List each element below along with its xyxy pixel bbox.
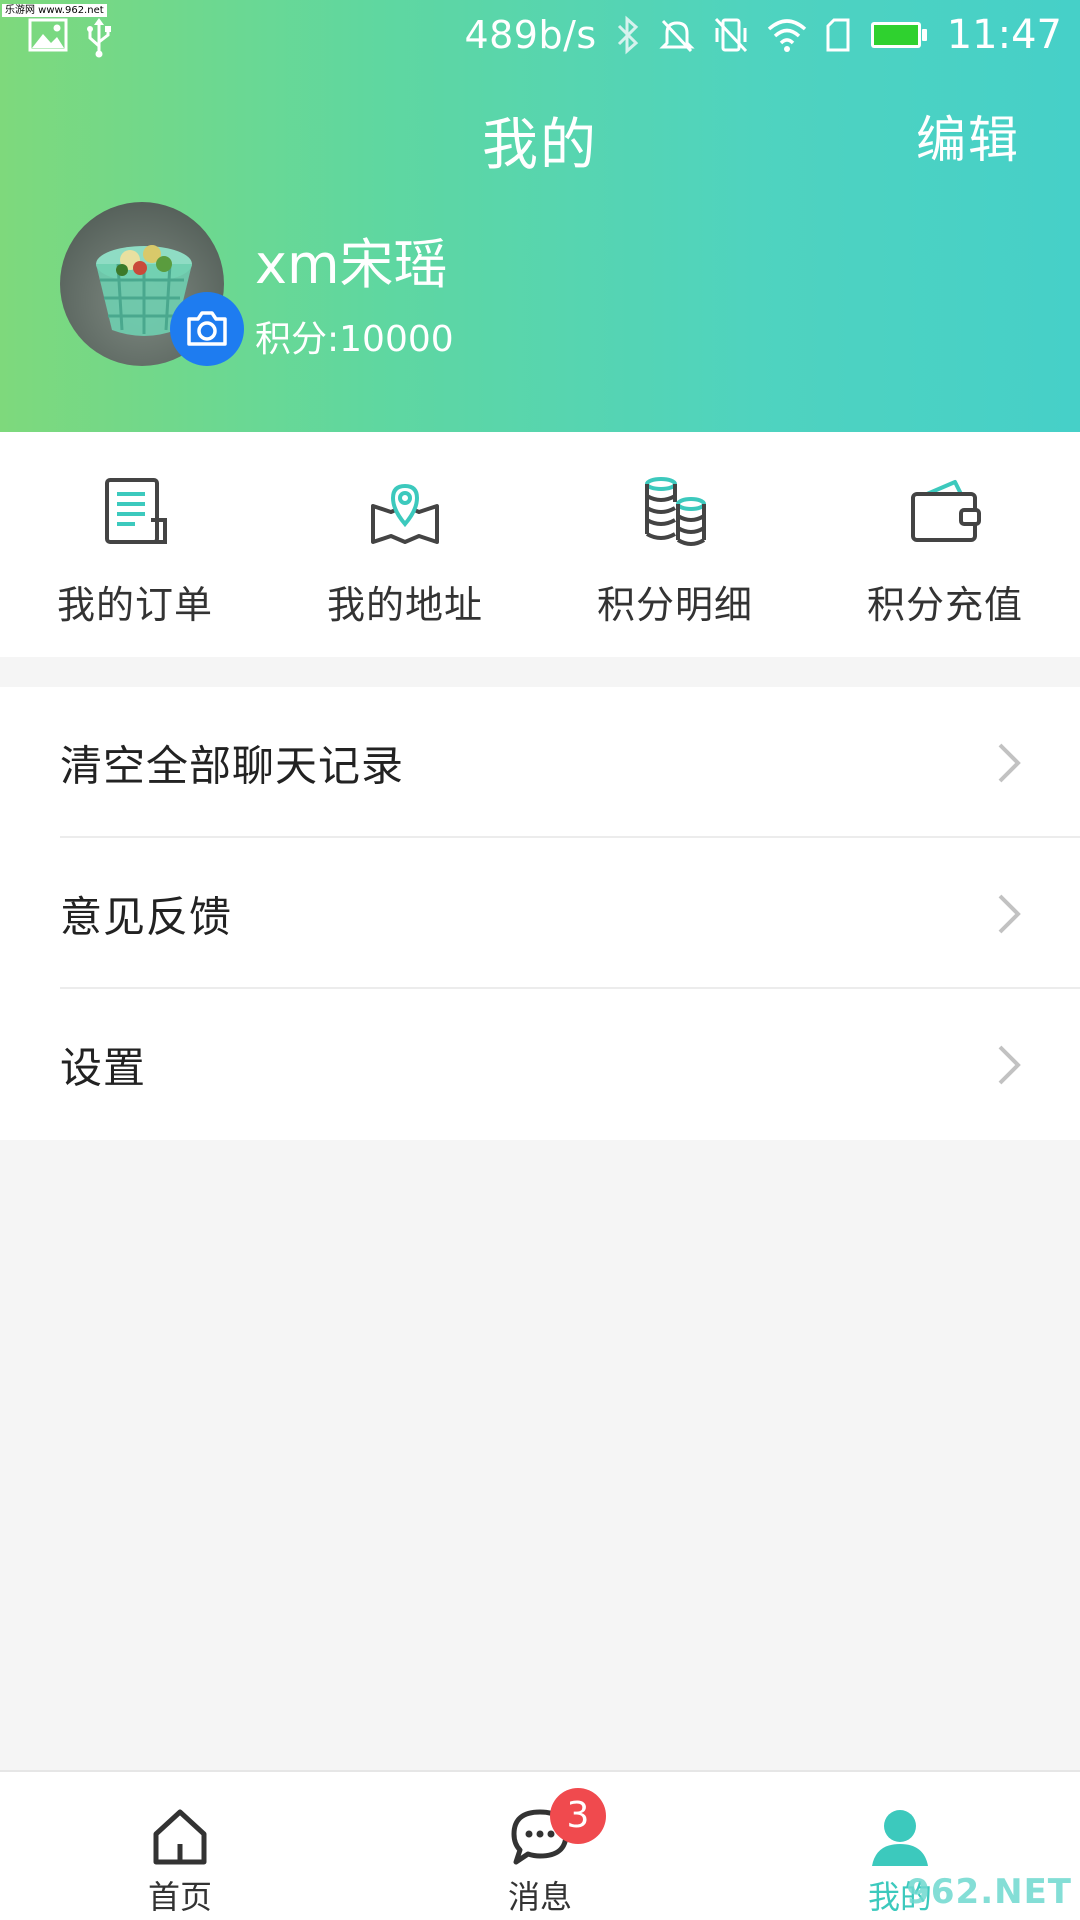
quick-action-orders[interactable]: 我的订单	[0, 432, 270, 657]
home-icon	[153, 1809, 207, 1865]
settings-menu: 清空全部聊天记录 意见反馈 设置	[0, 687, 1080, 1140]
site-watermark: 962.NET	[906, 1872, 1072, 1912]
battery-icon	[870, 22, 927, 48]
change-avatar-button[interactable]	[170, 292, 244, 366]
quick-action-label: 积分充值	[866, 583, 1023, 627]
message-count-badge: 3	[550, 1788, 606, 1844]
points-balance: 积分:10000	[255, 319, 454, 360]
camera-icon	[187, 311, 227, 346]
chevron-right-icon	[998, 894, 1021, 933]
tab-messages[interactable]: 消息	[440, 1772, 640, 1920]
usb-icon	[87, 18, 111, 58]
quick-actions: 我的订单 我的地址 积分明细 积分充值	[0, 432, 1080, 657]
quick-action-label: 积分明细	[596, 583, 753, 627]
map-location-icon	[371, 483, 439, 544]
coins-stack-icon	[645, 477, 706, 546]
tab-label: 首页	[147, 1878, 212, 1916]
menu-item-settings[interactable]: 设置	[0, 989, 1080, 1140]
menu-item-label: 设置	[60, 1043, 147, 1092]
sim-card-icon	[826, 18, 850, 52]
tab-home[interactable]: 首页	[80, 1772, 280, 1920]
quick-action-address[interactable]: 我的地址	[270, 432, 540, 657]
order-list-icon	[105, 478, 167, 544]
quick-action-points-recharge[interactable]: 积分充值	[810, 432, 1080, 657]
quick-action-label: 我的地址	[326, 583, 483, 627]
menu-item-clear-chat[interactable]: 清空全部聊天记录	[0, 687, 1080, 838]
chevron-right-icon	[998, 743, 1021, 782]
wallet-icon	[911, 480, 981, 542]
gallery-icon	[28, 18, 68, 52]
corner-watermark: 乐游网 www.962.net	[2, 4, 107, 17]
mute-icon	[659, 19, 695, 53]
quick-action-points-detail[interactable]: 积分明细	[540, 432, 810, 657]
user-icon	[872, 1810, 928, 1866]
network-speed: 489b/s	[464, 13, 597, 57]
menu-item-label: 意见反馈	[60, 892, 233, 941]
clock: 11:47	[946, 12, 1062, 58]
bluetooth-icon	[617, 15, 638, 55]
tab-label: 消息	[507, 1878, 572, 1916]
edit-button[interactable]: 编辑	[916, 100, 1020, 172]
wifi-icon	[767, 19, 806, 52]
quick-action-label: 我的订单	[56, 583, 213, 627]
menu-item-feedback[interactable]: 意见反馈	[0, 838, 1080, 989]
profile-header: 乐游网 www.962.net 489b/s 11:47 我的 编辑 xm宋瑶 …	[0, 0, 1080, 432]
status-bar: 乐游网 www.962.net 489b/s 11:47	[0, 0, 1080, 70]
menu-item-label: 清空全部聊天记录	[60, 741, 405, 790]
username: xm宋瑶	[255, 233, 448, 296]
vibrate-off-icon	[714, 17, 747, 53]
chevron-right-icon	[998, 1045, 1021, 1084]
